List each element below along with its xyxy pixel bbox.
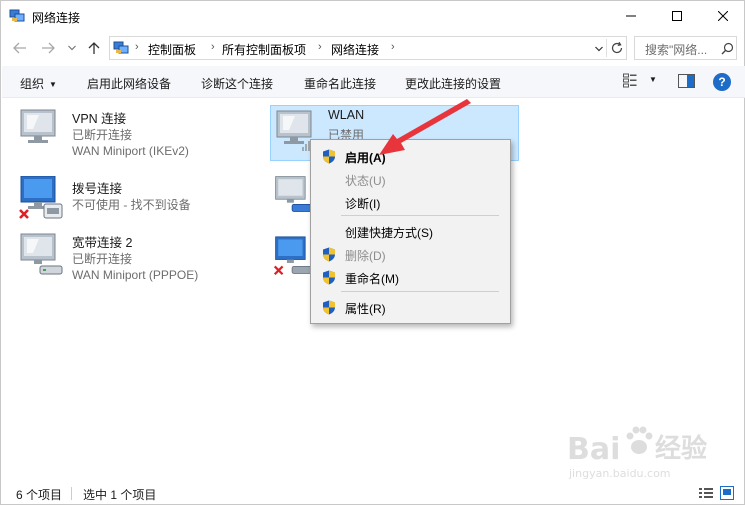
diagnose-button[interactable]: 诊断这个连接 [201, 75, 273, 92]
rename-connection-button[interactable]: 重命名此连接 [304, 75, 376, 92]
connection-item-broadband[interactable]: 宽带连接 2 已断开连接 WAN Miniport (PPPOE) [18, 230, 248, 286]
connection-name: 拨号连接 [72, 182, 123, 196]
title-bar: 网络连接 [1, 1, 744, 31]
caret-down-icon: ▼ [49, 80, 57, 89]
command-bar: 组织 ▼ 启用此网络设备 诊断这个连接 重命名此连接 更改此连接的设置 ▼ ? [2, 66, 745, 98]
jingyan-wordmark-icon: 经验 [655, 433, 707, 464]
breadcrumb-network-connections[interactable]: 网络连接 [331, 41, 379, 58]
dialup-modem-icon [19, 176, 63, 219]
breadcrumb-separator-icon: › [391, 41, 395, 53]
menu-item-rename[interactable]: 重命名(M) [311, 266, 510, 288]
address-bar[interactable]: › 控制面板 › 所有控制面板项 › 网络连接 › [109, 36, 627, 60]
menu-separator [341, 215, 499, 216]
uac-shield-icon [323, 270, 335, 285]
organize-label: 组织 [20, 77, 45, 91]
view-options-caret-icon[interactable]: ▼ [649, 75, 657, 84]
menu-item-label: 删除(D) [345, 249, 386, 263]
menu-item-label: 创建快捷方式(S) [345, 226, 433, 240]
up-button[interactable] [84, 38, 104, 58]
enable-device-button[interactable]: 启用此网络设备 [87, 75, 171, 92]
menu-separator [341, 291, 499, 292]
connection-item-vpn[interactable]: VPN 连接 已断开连接 WAN Miniport (IKEv2) [18, 106, 248, 162]
connection-name: 宽带连接 2 [72, 236, 133, 250]
recent-locations-button[interactable] [62, 38, 82, 58]
breadcrumb-separator-icon: › [135, 41, 139, 53]
status-divider [71, 487, 72, 500]
change-settings-button[interactable]: 更改此连接的设置 [405, 75, 501, 92]
search-box[interactable]: 搜索"网络... [634, 36, 737, 60]
connection-status: 已断开连接 [72, 252, 133, 266]
help-icon[interactable]: ? [713, 73, 731, 91]
menu-item-create-shortcut[interactable]: 创建快捷方式(S) [311, 220, 510, 242]
svg-text:Bai: Bai [567, 432, 620, 467]
large-icons-view-icon[interactable] [720, 486, 734, 500]
ethernet-adapter-icon[interactable] [273, 171, 313, 217]
explorer-window: 网络连接 › 控制面板 › 所有控制面板项 › 网络连接 › 搜索"网络... … [0, 0, 745, 505]
forward-button[interactable] [38, 38, 58, 58]
connection-status: 不可使用 - 找不到设备 [72, 198, 191, 212]
window-title: 网络连接 [32, 11, 81, 25]
minimize-button[interactable] [608, 1, 654, 31]
context-menu: 启用(A) 状态(U) 诊断(I) 创建快捷方式(S) 删除(D) 重命名(M)… [310, 139, 511, 324]
arrow-right-icon [42, 42, 55, 54]
close-button[interactable] [700, 1, 745, 31]
breadcrumb-separator-icon: › [318, 41, 322, 53]
connection-name: VPN 连接 [72, 112, 127, 126]
maximize-button[interactable] [654, 1, 700, 31]
breadcrumb-all-items[interactable]: 所有控制面板项 [222, 41, 306, 58]
arrow-left-icon [13, 42, 26, 54]
menu-item-label: 诊断(I) [345, 197, 381, 211]
computer-network-icon [20, 109, 56, 143]
address-divider [606, 39, 607, 57]
search-input[interactable]: 搜索"网络... [645, 41, 707, 58]
close-icon [718, 11, 728, 21]
connection-name: WLAN [328, 108, 365, 122]
paw-icon [626, 426, 653, 454]
connection-device: WAN Miniport (IKEv2) [72, 144, 189, 158]
refresh-icon [611, 41, 623, 54]
control-panel-icon [113, 41, 129, 54]
item-count: 6 个项目 [16, 488, 63, 502]
uac-shield-icon [323, 247, 335, 262]
network-connections-icon [9, 9, 25, 22]
connection-item-dialup[interactable]: 拨号连接 不可使用 - 找不到设备 [18, 176, 248, 232]
menu-item-label: 状态(U) [345, 174, 386, 188]
annotation-arrow-icon [379, 99, 471, 155]
baidu-logo-icon: Bai [567, 432, 620, 467]
details-view-icon[interactable] [699, 487, 713, 499]
uac-shield-icon [323, 300, 335, 315]
preview-pane-icon[interactable] [678, 74, 695, 88]
navigation-bar: › 控制面板 › 所有控制面板项 › 网络连接 › 搜索"网络... [1, 34, 744, 62]
svg-text:经验: 经验 [655, 433, 707, 464]
address-history-dropdown[interactable] [592, 41, 606, 57]
watermark-url: jingyan.baidu.com [569, 467, 671, 480]
connection-status: 已断开连接 [72, 128, 133, 142]
arrow-up-icon [88, 42, 100, 54]
menu-item-properties[interactable]: 属性(R) [311, 296, 510, 318]
change-view-icon[interactable] [623, 73, 637, 89]
broadband-modem-icon [20, 233, 63, 275]
breadcrumb-separator-icon: › [211, 41, 215, 53]
selected-count: 选中 1 个项目 [83, 488, 157, 502]
maximize-icon [672, 11, 682, 21]
refresh-button[interactable] [610, 41, 626, 57]
menu-item-status[interactable]: 状态(U) [311, 168, 510, 190]
breadcrumb-control-panel[interactable]: 控制面板 [148, 41, 196, 58]
search-icon [721, 42, 734, 55]
menu-item-label: 属性(R) [345, 302, 386, 316]
uac-shield-icon [323, 149, 335, 164]
connection-device: WAN Miniport (PPPOE) [72, 268, 199, 282]
menu-item-diagnose[interactable]: 诊断(I) [311, 191, 510, 213]
organize-menu-button[interactable]: 组织 ▼ [20, 75, 57, 92]
menu-item-delete[interactable]: 删除(D) [311, 243, 510, 265]
chevron-down-icon [68, 45, 76, 51]
minimize-icon [626, 15, 636, 17]
disconnected-adapter-icon[interactable] [273, 231, 313, 281]
chevron-down-icon [595, 46, 603, 52]
baidu-watermark: Bai 经验 jingyan.baidu.com [567, 421, 739, 483]
menu-item-label: 重命名(M) [345, 272, 399, 286]
status-bar: 6 个项目 选中 1 个项目 [2, 482, 745, 504]
back-button[interactable] [10, 38, 30, 58]
